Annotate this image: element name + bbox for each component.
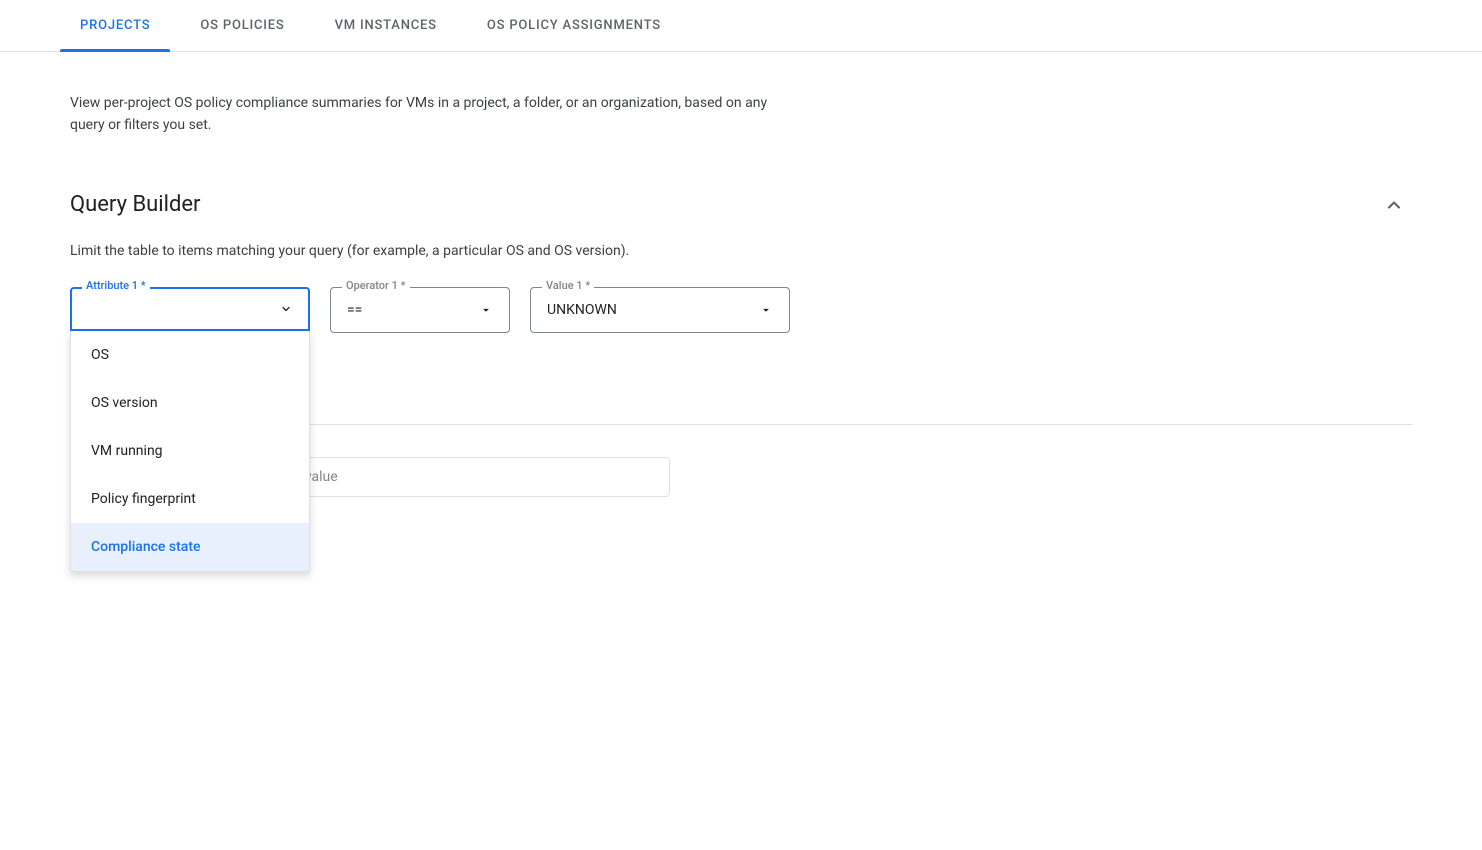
- dropdown-item-compliance-state[interactable]: Compliance state: [71, 523, 309, 571]
- tab-os-policies[interactable]: OS POLICIES: [180, 0, 304, 51]
- dropdown-item-vm-running[interactable]: VM running: [71, 427, 309, 475]
- dropdown-item-policy-fingerprint[interactable]: Policy fingerprint: [71, 475, 309, 523]
- attribute1-dropdown: OS OS version VM running Policy fingerpr…: [70, 331, 310, 572]
- query-builder-description: Limit the table to items matching your q…: [70, 243, 1412, 259]
- value1-label: Value 1 *: [542, 279, 594, 292]
- query-builder-header: Query Builder: [70, 187, 1412, 223]
- operator1-label: Operator 1 *: [342, 279, 410, 292]
- dropdown-item-os[interactable]: OS: [71, 331, 309, 379]
- tab-vm-instances[interactable]: VM INSTANCES: [315, 0, 457, 51]
- nav-tabs: PROJECTS OS POLICIES VM INSTANCES OS POL…: [0, 0, 1482, 52]
- operator1-group: Operator 1 * ==: [330, 287, 510, 333]
- dropdown-item-os-version[interactable]: OS version: [71, 379, 309, 427]
- query-builder-title: Query Builder: [70, 192, 201, 217]
- tab-projects[interactable]: PROJECTS: [60, 0, 170, 51]
- attribute1-group: Attribute 1 * OS OS version: [70, 287, 310, 331]
- attribute1-chevron-icon: [280, 303, 292, 315]
- attribute1-select[interactable]: [70, 287, 310, 331]
- main-content: View per-project OS policy compliance su…: [0, 52, 1482, 537]
- page-description: View per-project OS policy compliance su…: [70, 92, 770, 137]
- collapse-button[interactable]: [1376, 187, 1412, 223]
- query-builder-section: Query Builder Limit the table to items m…: [70, 187, 1412, 497]
- operator1-value: ==: [347, 302, 362, 318]
- operator1-chevron-icon: [479, 303, 493, 317]
- value1-chevron-icon: [759, 303, 773, 317]
- tab-os-policy-assignments[interactable]: OS POLICY ASSIGNMENTS: [467, 0, 681, 51]
- value1-group: Value 1 * UNKNOWN: [530, 287, 790, 333]
- attribute1-label: Attribute 1 *: [82, 279, 150, 292]
- query-row-1: Attribute 1 * OS OS version: [70, 287, 1412, 333]
- value1-value: UNKNOWN: [547, 302, 617, 318]
- operator1-select[interactable]: ==: [330, 287, 510, 333]
- value1-select[interactable]: UNKNOWN: [530, 287, 790, 333]
